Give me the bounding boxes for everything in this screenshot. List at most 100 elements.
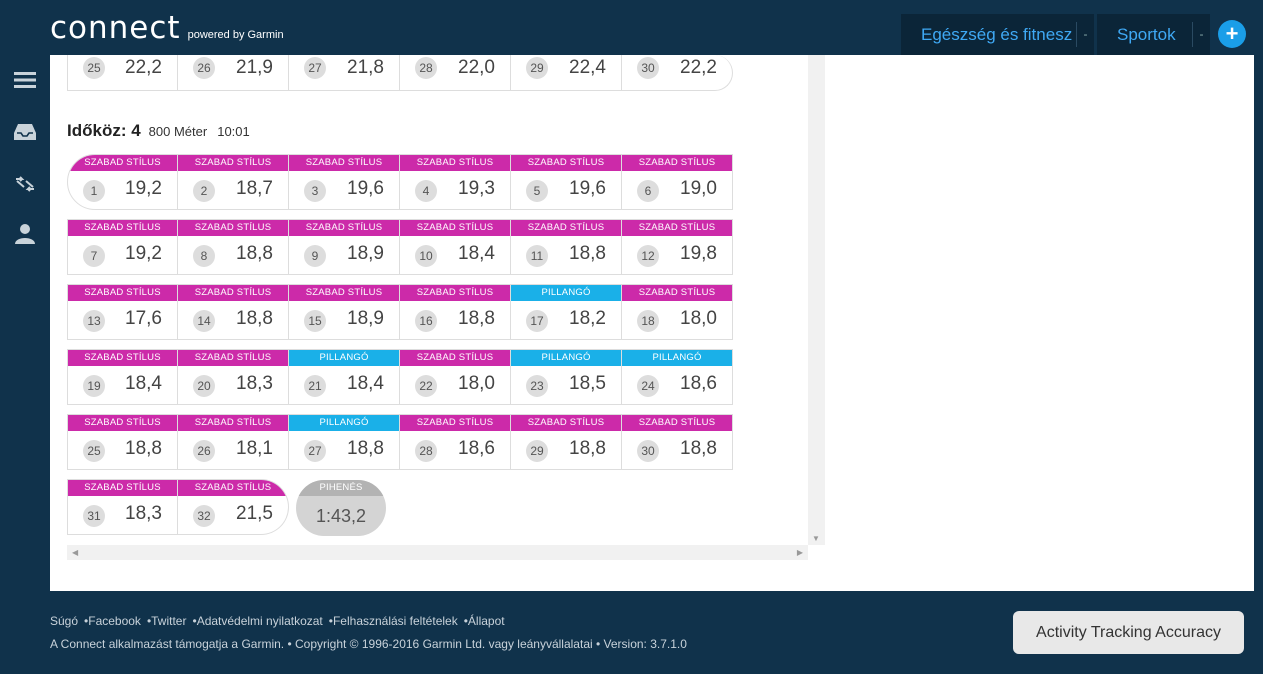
lap-row: SZABAD STÍLUS 1 19,2 SZABAD STÍLUS 2 18,7 SZAB… xyxy=(67,154,733,210)
footer-link-help[interactable]: Súgó xyxy=(50,614,78,628)
nav-health-fitness[interactable]: Egészség és fitnesz - xyxy=(901,14,1094,55)
lap-number: 11 xyxy=(526,245,548,267)
lap-number: 26 xyxy=(193,57,215,79)
stroke-label: SZABAD STÍLUS xyxy=(511,220,621,236)
lap-cell: SZABAD STÍLUS 2 18,7 xyxy=(178,154,289,210)
lap-cell: SZABAD STÍLUS 6 19,0 xyxy=(622,154,733,210)
lap-cell: 29 22,4 xyxy=(511,55,622,91)
lap-number: 27 xyxy=(304,57,326,79)
nav-health-dropdown[interactable]: - xyxy=(1076,22,1094,47)
lap-number: 14 xyxy=(193,310,215,332)
stroke-label: SZABAD STÍLUS xyxy=(178,415,288,431)
stroke-label: SZABAD STÍLUS xyxy=(400,350,510,366)
scroll-right-icon[interactable]: ▶ xyxy=(797,548,803,557)
lap-cell: SZABAD STÍLUS 22 18,0 xyxy=(400,349,511,405)
stroke-label: SZABAD STÍLUS xyxy=(400,220,510,236)
lap-number: 19 xyxy=(83,375,105,397)
inbox-icon[interactable] xyxy=(13,121,37,143)
lap-time: 18,6 xyxy=(458,438,495,459)
menu-icon[interactable] xyxy=(13,69,37,91)
activity-tracking-accuracy-button[interactable]: Activity Tracking Accuracy xyxy=(1013,611,1244,654)
logo-sub: powered by Garmin xyxy=(187,29,284,41)
footer-links: Súgó • Facebook • Twitter • Adatvédelmi nyi… xyxy=(50,614,505,628)
lap-number: 9 xyxy=(304,245,326,267)
lap-time: 18,7 xyxy=(236,178,273,199)
footer-link-privacy[interactable]: Adatvédelmi nyilatkozat xyxy=(197,614,323,628)
lap-time: 18,3 xyxy=(125,503,162,524)
lap-cell: 28 22,0 xyxy=(400,55,511,91)
stroke-label: SZABAD STÍLUS xyxy=(289,285,399,301)
lap-cell: 27 21,8 xyxy=(289,55,400,91)
stroke-label: SZABAD STÍLUS xyxy=(400,415,510,431)
lap-row: SZABAD STÍLUS 13 17,6 SZABAD STÍLUS 14 18,8 SZ… xyxy=(67,284,733,340)
lap-number: 26 xyxy=(193,440,215,462)
lap-number: 7 xyxy=(83,245,105,267)
stroke-label: PILLANGÓ xyxy=(622,350,732,366)
lap-number: 6 xyxy=(637,180,659,202)
lap-number: 1 xyxy=(83,180,105,202)
lap-number: 4 xyxy=(415,180,437,202)
lap-cell: PILLANGÓ 24 18,6 xyxy=(622,349,733,405)
scroll-left-icon[interactable]: ◀ xyxy=(72,548,78,557)
stroke-label: SZABAD STÍLUS xyxy=(68,350,177,366)
lap-time: 22,0 xyxy=(458,57,495,78)
lap-cell: SZABAD STÍLUS 10 18,4 xyxy=(400,219,511,275)
lap-cell: SZABAD STÍLUS 19 18,4 xyxy=(67,349,178,405)
lap-number: 12 xyxy=(637,245,659,267)
interval-header: Időköz: 4 800 Méter 10:01 xyxy=(67,121,250,141)
stroke-label: SZABAD STÍLUS xyxy=(622,220,732,236)
lap-time: 17,6 xyxy=(125,308,162,329)
lap-time: 18,2 xyxy=(569,308,606,329)
stroke-label: SZABAD STÍLUS xyxy=(68,480,177,496)
lap-time: 18,8 xyxy=(125,438,162,459)
laps-scroll-pane[interactable]: 25 22,2 26 21,9 27 21,8 28 22,0 29 22,4 30 22,… xyxy=(50,55,808,560)
stroke-label: PILLANGÓ xyxy=(511,350,621,366)
lap-time: 21,8 xyxy=(347,57,384,78)
lap-number: 29 xyxy=(526,57,548,79)
lap-number: 3 xyxy=(304,180,326,202)
stroke-label: SZABAD STÍLUS xyxy=(178,480,288,496)
nav-sports-label: Sportok xyxy=(1117,24,1176,44)
lap-number: 15 xyxy=(304,310,326,332)
rest-label: PIHENÉS xyxy=(296,480,386,496)
nav-health-label: Egészség és fitnesz xyxy=(921,24,1073,44)
stroke-label: PILLANGÓ xyxy=(289,350,399,366)
horizontal-scrollbar[interactable]: ◀ ▶ xyxy=(67,545,808,560)
footer-link-facebook[interactable]: Facebook xyxy=(88,614,141,628)
lap-number: 30 xyxy=(637,57,659,79)
lap-time: 22,2 xyxy=(125,57,162,78)
lap-cell: SZABAD STÍLUS 4 19,3 xyxy=(400,154,511,210)
lap-time: 19,0 xyxy=(680,178,717,199)
lap-cell: SZABAD STÍLUS 25 18,8 xyxy=(67,414,178,470)
lap-number: 28 xyxy=(415,57,437,79)
stroke-label: SZABAD STÍLUS xyxy=(511,155,621,171)
footer-link-status[interactable]: Állapot xyxy=(468,614,505,628)
stroke-label: SZABAD STÍLUS xyxy=(178,220,288,236)
scroll-down-icon[interactable]: ▼ xyxy=(812,534,820,543)
lap-time: 19,3 xyxy=(458,178,495,199)
add-button[interactable]: + xyxy=(1218,20,1246,48)
lap-number: 8 xyxy=(193,245,215,267)
arrows-icon[interactable] xyxy=(13,173,37,195)
lap-time: 18,4 xyxy=(347,373,384,394)
footer-link-twitter[interactable]: Twitter xyxy=(151,614,186,628)
footer-link-terms[interactable]: Felhasználási feltételek xyxy=(333,614,458,628)
lap-number: 27 xyxy=(304,440,326,462)
nav-sports-dropdown[interactable]: - xyxy=(1192,22,1210,47)
lap-time: 18,0 xyxy=(458,373,495,394)
lap-cell: SZABAD STÍLUS 8 18,8 xyxy=(178,219,289,275)
vertical-scrollbar[interactable]: ▼ xyxy=(808,55,825,545)
connect-logo[interactable]: connect powered by Garmin xyxy=(50,12,284,44)
lap-cell: SZABAD STÍLUS 18 18,0 xyxy=(622,284,733,340)
lap-time: 18,4 xyxy=(125,373,162,394)
lap-cell: PILLANGÓ 21 18,4 xyxy=(289,349,400,405)
lap-number: 28 xyxy=(415,440,437,462)
lap-time: 22,2 xyxy=(680,57,717,78)
nav-sports[interactable]: Sportok - xyxy=(1097,14,1210,55)
stroke-label: SZABAD STÍLUS xyxy=(68,285,177,301)
lap-cell: SZABAD STÍLUS 29 18,8 xyxy=(511,414,622,470)
lap-time: 18,0 xyxy=(680,308,717,329)
user-icon[interactable] xyxy=(13,223,37,245)
stroke-label: SZABAD STÍLUS xyxy=(68,155,177,171)
lap-cell: 26 21,9 xyxy=(178,55,289,91)
